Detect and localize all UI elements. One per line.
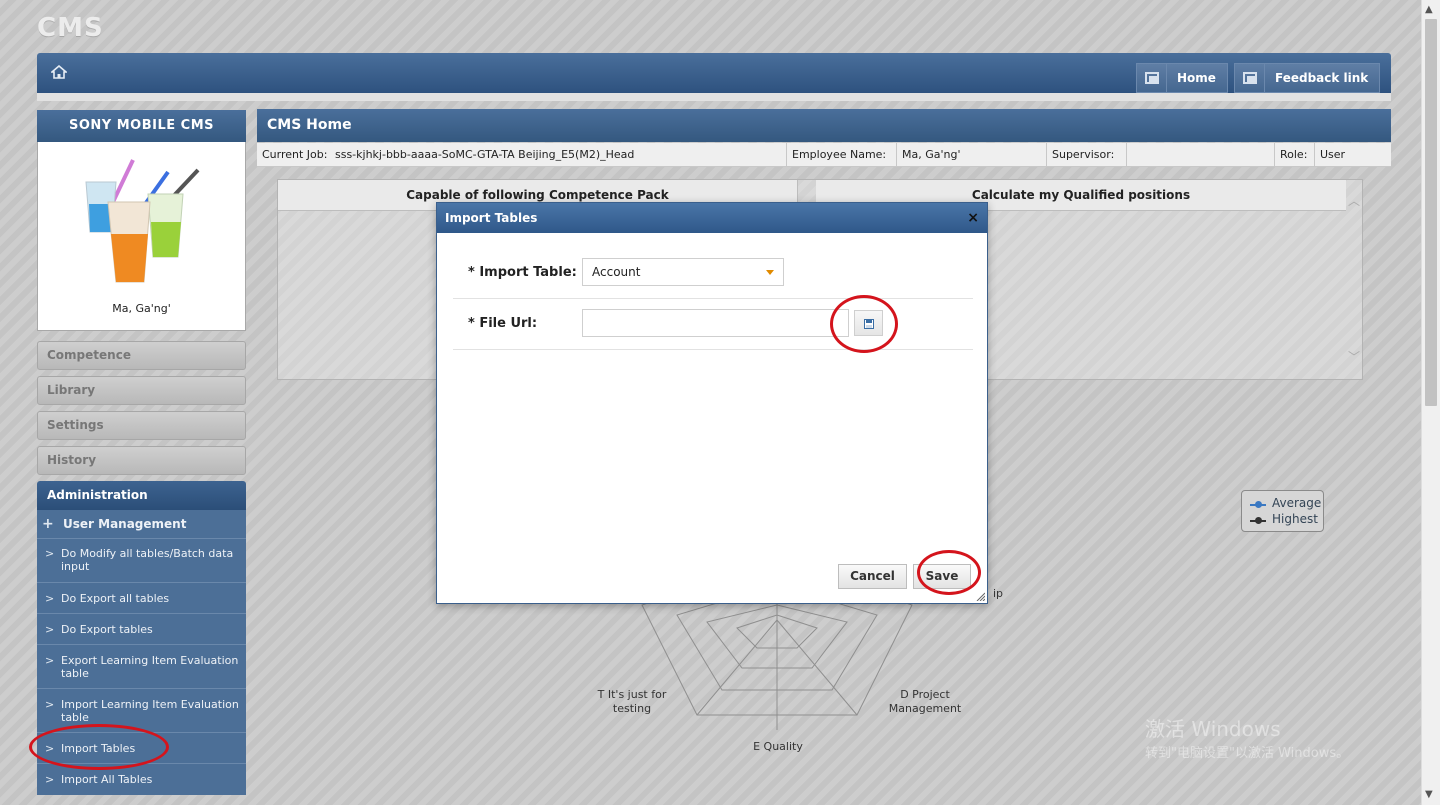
- chevron-right-icon: >: [45, 773, 55, 786]
- dialog-title: Import Tables: [437, 203, 987, 233]
- chevron-right-icon: >: [45, 623, 55, 636]
- window-icon: [1235, 64, 1265, 92]
- scroll-down-icon[interactable]: ﹀: [1348, 348, 1360, 365]
- import-table-label: * Import Table:: [468, 265, 577, 280]
- chevron-right-icon: >: [45, 592, 55, 605]
- import-table-select[interactable]: Account: [582, 258, 784, 286]
- chevron-right-icon: >: [45, 547, 55, 560]
- sidebar-item-settings[interactable]: Settings: [37, 411, 246, 440]
- scrollbar-thumb[interactable]: [1425, 19, 1437, 406]
- menu-item-import-all-tables[interactable]: > Import All Tables: [37, 764, 246, 795]
- feedback-link-button[interactable]: Feedback link: [1234, 63, 1380, 93]
- chevron-right-icon: >: [45, 654, 55, 667]
- resize-grip-icon[interactable]: [975, 591, 985, 601]
- sidebar-item-library[interactable]: Library: [37, 376, 246, 405]
- file-url-label: * File Url:: [468, 316, 538, 331]
- chart-legend: Average Highest: [1241, 490, 1324, 532]
- menu-item-label: Do Modify all tables/Batch data input: [61, 547, 234, 573]
- job-info-bar: Current Job: sss-kjhkj-bbb-aaaa-SoMC-GTA…: [257, 143, 1391, 167]
- home-icon[interactable]: [51, 65, 67, 79]
- window-icon: [1137, 64, 1167, 92]
- app-window: CMS Home Feedback link SONY MOBILE CMS M…: [0, 0, 1421, 805]
- sidebar-item-history[interactable]: History: [37, 446, 246, 475]
- file-url-input[interactable]: [582, 309, 849, 337]
- current-job-label: Current Job:: [262, 148, 328, 161]
- current-job: Current Job: sss-kjhkj-bbb-aaaa-SoMC-GTA…: [257, 143, 787, 167]
- radar-label-quality: E Quality: [753, 740, 803, 753]
- scroll-up-icon[interactable]: ︿: [1348, 192, 1360, 209]
- annotation-ring-save: [917, 550, 981, 595]
- drinks-avatar-icon: [85, 159, 200, 283]
- menu-item-label: Import All Tables: [61, 773, 153, 786]
- cancel-button[interactable]: Cancel: [838, 564, 907, 589]
- menu-item-label: Do Export tables: [61, 623, 153, 636]
- cms-logo: CMS: [37, 13, 104, 43]
- sidebar-administration-header[interactable]: Administration: [37, 481, 246, 510]
- role-value: User: [1320, 148, 1346, 161]
- menu-item-modify-all-tables[interactable]: > Do Modify all tables/Batch data input: [37, 539, 246, 583]
- annotation-ring-browse: [830, 295, 898, 353]
- current-job-value: sss-kjhkj-bbb-aaaa-SoMC-GTA-TA Beijing_E…: [334, 148, 635, 161]
- scroll-up-arrow-icon[interactable]: ▲: [1425, 4, 1433, 15]
- windows-activation-watermark: 激活 Windows 转到"电脑设置"以激活 Windows。: [1095, 713, 1349, 761]
- radar-label-partial: ip: [992, 587, 1004, 600]
- watermark-subtitle: 转到"电脑设置"以激活 Windows。: [1145, 746, 1350, 761]
- scroll-down-arrow-icon[interactable]: ▼: [1425, 789, 1433, 800]
- supervisor-value: [1127, 143, 1275, 167]
- chevron-down-icon: [766, 270, 774, 275]
- supervisor-label: Supervisor:: [1047, 143, 1127, 167]
- profile-card: Ma, Ga'ng': [37, 142, 246, 331]
- radar-label-testing: T It's just for testing: [597, 688, 667, 715]
- import-tables-dialog: Import Tables × * Import Table: Account …: [436, 202, 988, 604]
- chevron-right-icon: >: [45, 698, 55, 711]
- menu-item-export-tables[interactable]: > Do Export tables: [37, 614, 246, 645]
- menu-item-export-learning-item-evaluation[interactable]: > Export Learning Item Evaluation table: [37, 645, 246, 689]
- profile-name: Ma, Ga'ng': [112, 302, 171, 315]
- sidebar-item-competence[interactable]: Competence: [37, 341, 246, 370]
- menu-item-user-management[interactable]: + User Management: [37, 510, 246, 539]
- page-title: CMS Home: [257, 109, 1391, 142]
- menu-item-label: User Management: [63, 517, 187, 531]
- top-navigation-bar: Home Feedback link: [37, 53, 1391, 93]
- radar-label-project-management: D Project Management: [888, 688, 962, 715]
- plus-icon: +: [42, 516, 54, 532]
- import-table-value: Account: [592, 265, 641, 279]
- home-button-label: Home: [1177, 71, 1216, 85]
- legend-marker-average: [1250, 501, 1266, 508]
- employee-name-label: Employee Name:: [787, 143, 897, 167]
- menu-item-label: Do Export all tables: [61, 592, 170, 605]
- menu-item-label: Export Learning Item Evaluation table: [61, 654, 239, 680]
- close-icon[interactable]: ×: [967, 210, 979, 226]
- role-label: Role:: [1275, 143, 1315, 167]
- legend-marker-highest: [1250, 517, 1266, 524]
- legend-item-average[interactable]: Average: [1272, 496, 1321, 510]
- watermark-title: 激活 Windows: [1145, 717, 1281, 741]
- vertical-scrollbar[interactable]: ▲ ▼: [1421, 0, 1440, 805]
- profile-title: SONY MOBILE CMS: [37, 110, 246, 142]
- feedback-button-label: Feedback link: [1275, 71, 1369, 85]
- employee-name-value: Ma, Ga'ng': [897, 143, 1047, 167]
- annotation-ring-import-tables: [29, 724, 169, 770]
- topbar-divider: [37, 93, 1391, 101]
- legend-item-highest[interactable]: Highest: [1272, 512, 1318, 526]
- menu-item-export-all-tables[interactable]: > Do Export all tables: [37, 583, 246, 614]
- home-button[interactable]: Home: [1136, 63, 1228, 93]
- menu-item-label: Import Learning Item Evaluation table: [61, 698, 239, 724]
